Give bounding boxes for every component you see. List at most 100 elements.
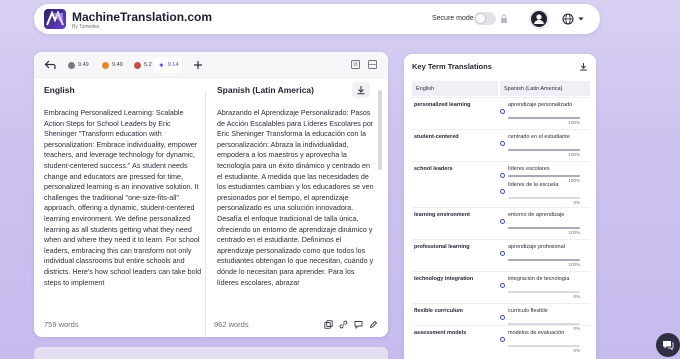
engine-score: 9.49 (78, 62, 89, 68)
engine-tab-bar: 9.49 9.49 5.2 ✦ 9.14 (34, 52, 388, 78)
user-avatar[interactable] (529, 9, 549, 29)
source-column-header: English (412, 81, 498, 96)
key-term-translation: aprendizaje personalizado (508, 102, 573, 108)
target-language-title: Spanish (Latin America) (217, 85, 314, 95)
confidence-bar (508, 117, 580, 119)
option-radio[interactable] (500, 109, 505, 114)
key-term-title: Key Term Translations (412, 62, 492, 71)
key-term-row: flexible curriculum currículo flexible 0% (412, 303, 590, 331)
secure-mode-label: Secure mode (432, 15, 474, 22)
source-language-title: English (44, 85, 75, 95)
secure-mode-toggle[interactable] (474, 12, 496, 25)
key-term-option[interactable]: modelos de evaluación 0% (500, 330, 588, 353)
option-radio[interactable] (500, 283, 505, 288)
confidence-bar (508, 345, 580, 347)
key-term-source: student-centered (414, 134, 459, 140)
engine-tab[interactable]: 9.49 (98, 57, 127, 73)
confidence-fill (508, 149, 580, 151)
confidence-bar (508, 197, 580, 199)
key-term-option[interactable]: líderes de la escuela 0% (500, 182, 588, 205)
key-term-option[interactable]: entorno de aprendizaje 100% (500, 212, 588, 235)
engine-icon (134, 61, 141, 69)
link-icon[interactable] (339, 320, 348, 329)
target-word-count: 962 words (214, 320, 249, 329)
download-icon (357, 86, 365, 95)
confidence-fill (508, 175, 580, 177)
confidence-percent: 0% (573, 200, 580, 205)
comment-icon[interactable] (354, 320, 363, 329)
key-term-source: technology integration (414, 276, 474, 282)
logo-icon[interactable] (44, 9, 66, 29)
target-text[interactable]: Abrazando el Aprendizaje Personalizado: … (217, 108, 377, 308)
brand-name[interactable]: MachineTranslation.com (72, 10, 212, 24)
key-term-row: student-centered centrado en el estudiant… (412, 129, 590, 161)
confidence-bar (508, 149, 580, 151)
key-term-source: flexible curriculum (414, 308, 463, 314)
engine-icon (68, 61, 75, 69)
key-term-option[interactable]: aprendizaje personalizado 100% (500, 102, 588, 125)
back-arrow-icon[interactable] (44, 59, 56, 71)
key-term-row: learning environment entorno de aprendiza… (412, 207, 590, 239)
option-radio[interactable] (500, 219, 505, 224)
confidence-bar (508, 227, 580, 229)
scrollbar[interactable] (378, 90, 382, 170)
option-radio[interactable] (500, 315, 505, 320)
confidence-fill (508, 117, 580, 119)
split-view-icon[interactable] (367, 59, 378, 70)
engine-icon (102, 61, 109, 69)
key-term-row: personalized learning aprendizaje persona… (412, 97, 590, 129)
engine-score: 5.2 (144, 62, 152, 68)
chat-icon (663, 341, 674, 351)
key-term-option[interactable]: centrado en el estudiante 100% (500, 134, 588, 157)
option-radio[interactable] (500, 251, 505, 256)
edit-icon[interactable] (369, 320, 378, 329)
confidence-percent: 0% (573, 294, 580, 299)
confidence-percent: 100% (568, 262, 580, 267)
download-icon[interactable] (579, 62, 588, 71)
key-term-translation: currículo flexible (508, 308, 548, 314)
key-term-source: personalized learning (414, 102, 471, 108)
brand-subtitle: By Tomedes (72, 24, 100, 30)
option-radio[interactable] (500, 337, 505, 342)
bottom-panel-edge (34, 347, 388, 359)
confidence-bar (508, 259, 580, 261)
key-term-source: school leaders (414, 166, 453, 172)
key-term-translation: líderes escolares (508, 166, 550, 172)
engine-tab-active[interactable]: ✦ 9.14 (154, 57, 183, 73)
source-text[interactable]: Embracing Personalized Learning: Scalabl… (44, 108, 204, 308)
confidence-percent: 100% (568, 230, 580, 235)
copy-icon[interactable] (324, 320, 333, 329)
confidence-bar (508, 175, 580, 177)
engine-score: 9.14 (167, 62, 179, 68)
sparkle-icon: ✦ (158, 60, 165, 70)
lock-icon (501, 14, 507, 23)
engine-tab[interactable]: 5.2 (130, 57, 156, 73)
key-term-translation: aprendizaje profesional (508, 244, 565, 250)
confidence-percent: 100% (568, 152, 580, 157)
document-view-icon[interactable] (350, 59, 361, 70)
key-term-option[interactable]: integración de tecnología 0% (500, 276, 588, 299)
translation-panel: 9.49 9.49 5.2 ✦ 9.14 English Spanish (Lat… (34, 52, 388, 337)
confidence-fill (508, 227, 580, 229)
download-translation-button[interactable] (352, 82, 370, 98)
key-term-source: learning environment (414, 212, 470, 218)
key-term-option[interactable]: aprendizaje profesional 100% (500, 244, 588, 267)
chat-button[interactable] (656, 333, 680, 357)
target-column-header: Spanish (Latin America) (500, 81, 590, 96)
key-term-row: school leaders líderes escolares 100% líder… (412, 161, 590, 207)
option-radio[interactable] (500, 141, 505, 146)
chevron-down-icon[interactable] (578, 16, 584, 22)
key-term-translation: entorno de aprendizaje (508, 212, 565, 218)
add-engine-icon[interactable] (192, 59, 204, 71)
key-term-panel: Key Term Translations English Spanish (L… (404, 54, 596, 359)
option-radio[interactable] (500, 173, 505, 178)
key-term-translation: centrado en el estudiante (508, 134, 570, 140)
confidence-bar (508, 291, 580, 293)
key-term-translation: líderes de la escuela (508, 182, 559, 188)
engine-tab[interactable]: 9.49 (64, 57, 93, 73)
key-term-translation: modelos de evaluación (508, 330, 565, 336)
globe-icon[interactable] (562, 13, 574, 25)
source-word-count: 759 words (44, 320, 79, 329)
option-radio[interactable] (500, 189, 505, 194)
column-divider (205, 90, 206, 337)
